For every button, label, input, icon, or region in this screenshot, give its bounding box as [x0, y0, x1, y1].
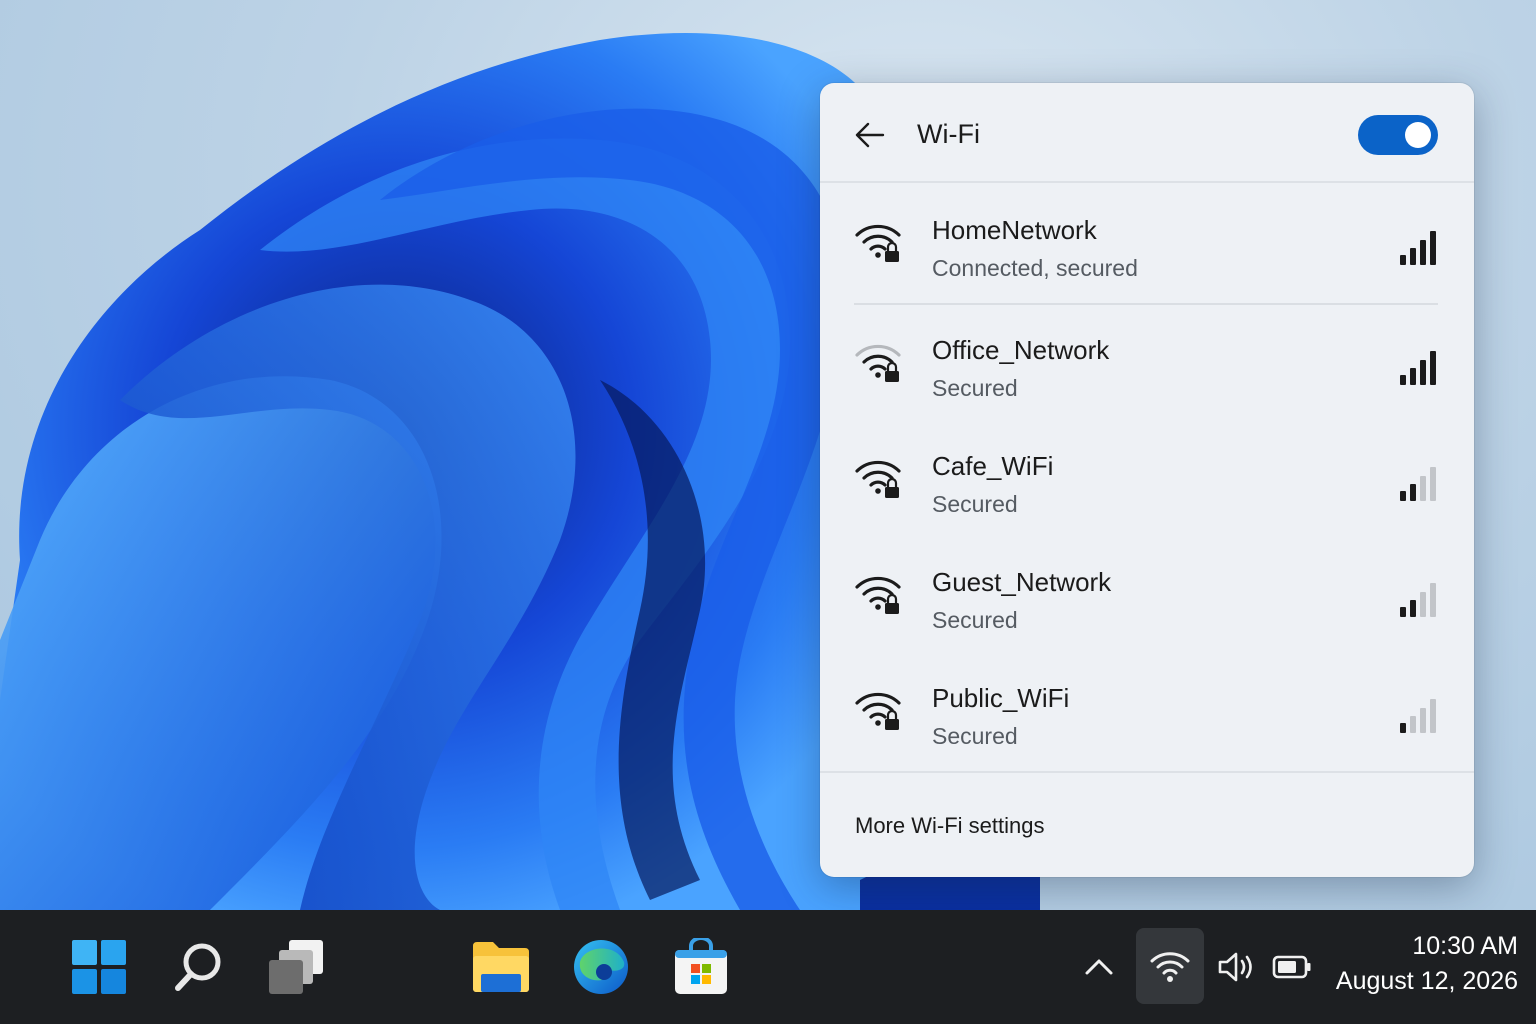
taskbar: 10:30 AM August 12, 2026: [0, 910, 1536, 1024]
network-item-homenetwork[interactable]: HomeNetwork Connected, secured: [820, 185, 1474, 305]
flyout-header: Wi-Fi: [820, 83, 1474, 183]
battery-icon: [1272, 955, 1311, 979]
search-button[interactable]: [164, 932, 234, 1002]
network-status: Secured: [932, 491, 1018, 517]
wifi-lock-icon: [855, 576, 901, 614]
network-name: Office_Network: [932, 335, 1110, 365]
wifi-flyout: Wi-Fi HomeNetwork Connected, secured Off…: [820, 83, 1474, 877]
start-icon: [72, 940, 126, 994]
network-name: Guest_Network: [932, 567, 1112, 597]
signal-strength-icon: [1400, 699, 1436, 733]
clock-time: 10:30 AM: [1412, 932, 1518, 960]
toggle-knob: [1405, 122, 1431, 148]
wifi-lock-icon: [855, 224, 901, 262]
wifi-icon: [1150, 952, 1190, 982]
task-view-button[interactable]: [262, 932, 332, 1002]
signal-strength-icon: [1400, 231, 1436, 265]
file-explorer-icon: [473, 942, 529, 992]
network-item-public-wifi[interactable]: Public_WiFi Secured: [820, 653, 1474, 769]
flyout-footer: More Wi-Fi settings: [820, 771, 1474, 877]
wifi-toggle[interactable]: [1358, 115, 1438, 155]
show-hidden-icons-button[interactable]: [1078, 948, 1120, 986]
store-button[interactable]: [666, 932, 736, 1002]
chevron-up-icon: [1085, 959, 1113, 975]
search-icon: [175, 943, 221, 991]
network-item-office-network[interactable]: Office_Network Secured: [820, 305, 1474, 421]
volume-button[interactable]: [1214, 946, 1258, 988]
back-button[interactable]: [848, 113, 892, 157]
clock-date: August 12, 2026: [1335, 967, 1518, 995]
wifi-lock-icon: [855, 460, 901, 498]
volume-icon: [1218, 952, 1252, 982]
network-list: HomeNetwork Connected, secured Office_Ne…: [820, 185, 1474, 769]
network-tray-button[interactable]: [1136, 928, 1204, 1004]
arrow-left-icon: [855, 122, 885, 148]
battery-button[interactable]: [1268, 948, 1316, 986]
edge-button[interactable]: [566, 932, 636, 1002]
network-item-guest-network[interactable]: Guest_Network Secured: [820, 537, 1474, 653]
network-name: Cafe_WiFi: [932, 451, 1054, 481]
task-view-icon: [269, 940, 323, 994]
network-name: HomeNetwork: [932, 215, 1097, 245]
network-status: Secured: [932, 723, 1018, 749]
wifi-lock-icon: [855, 344, 901, 382]
signal-strength-icon: [1400, 583, 1436, 617]
network-item-cafe-wifi[interactable]: Cafe_WiFi Secured: [820, 421, 1474, 537]
edge-icon: [574, 940, 628, 994]
file-explorer-button[interactable]: [466, 932, 536, 1002]
flyout-title: Wi-Fi: [917, 119, 980, 149]
store-icon: [675, 938, 727, 994]
signal-strength-icon: [1400, 467, 1436, 501]
signal-strength-icon: [1400, 351, 1436, 385]
clock[interactable]: 10:30 AM August 12, 2026: [1318, 932, 1518, 996]
network-name: Public_WiFi: [932, 683, 1070, 713]
network-status: Secured: [932, 375, 1018, 401]
network-status: Connected, secured: [932, 255, 1138, 281]
wifi-lock-icon: [855, 692, 901, 730]
more-wifi-settings-link[interactable]: More Wi-Fi settings: [855, 813, 1044, 839]
start-button[interactable]: [64, 932, 134, 1002]
network-status: Secured: [932, 607, 1018, 633]
